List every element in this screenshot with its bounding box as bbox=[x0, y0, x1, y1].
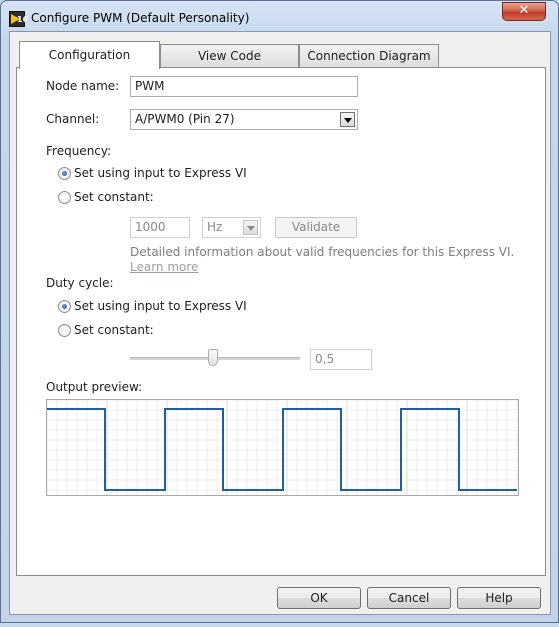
channel-label: Channel: bbox=[46, 112, 100, 126]
close-button[interactable]: ✕ bbox=[502, 2, 546, 21]
tab-configuration[interactable]: Configuration bbox=[19, 41, 160, 69]
channel-dropdown-button[interactable] bbox=[340, 112, 355, 127]
frequency-info-text: Detailed information about valid frequen… bbox=[130, 245, 515, 259]
node-name-label: Node name: bbox=[46, 79, 120, 93]
chevron-down-icon bbox=[247, 226, 255, 231]
chevron-down-icon bbox=[344, 118, 352, 123]
frequency-constant-option-label[interactable]: Set constant: bbox=[74, 190, 154, 204]
channel-select[interactable]: A/PWM0 (Pin 27) bbox=[130, 109, 358, 130]
cancel-button[interactable]: Cancel bbox=[367, 587, 451, 609]
output-preview-graph bbox=[46, 399, 518, 495]
duty-cycle-constant-option-label[interactable]: Set constant: bbox=[74, 323, 154, 337]
duty-cycle-constant-radio[interactable] bbox=[58, 324, 71, 337]
window-title: Configure PWM (Default Personality) bbox=[31, 11, 250, 25]
frequency-label: Frequency: bbox=[46, 144, 112, 158]
duty-cycle-label: Duty cycle: bbox=[46, 276, 114, 290]
labview-app-icon: 16 bbox=[9, 11, 28, 27]
frequency-unit-dropdown-button[interactable] bbox=[243, 220, 258, 235]
learn-more-link[interactable]: Learn more bbox=[130, 260, 198, 274]
ok-button[interactable]: OK bbox=[277, 587, 361, 609]
duty-cycle-input-option-label[interactable]: Set using input to Express VI bbox=[74, 299, 247, 313]
duty-cycle-slider-handle[interactable] bbox=[208, 349, 218, 366]
frequency-constant-radio[interactable] bbox=[58, 191, 71, 204]
frequency-value-field[interactable]: 1000 bbox=[130, 217, 190, 238]
close-icon: ✕ bbox=[518, 3, 530, 18]
output-preview-label: Output preview: bbox=[46, 380, 143, 394]
duty-cycle-value-field[interactable]: 0,5 bbox=[310, 349, 372, 370]
duty-cycle-input-radio[interactable] bbox=[58, 300, 71, 313]
frequency-input-radio[interactable] bbox=[58, 167, 71, 180]
tab-connection-diagram[interactable]: Connection Diagram bbox=[299, 44, 439, 68]
channel-value: A/PWM0 (Pin 27) bbox=[135, 112, 235, 126]
frequency-unit-select[interactable]: Hz bbox=[202, 217, 261, 238]
frequency-input-option-label[interactable]: Set using input to Express VI bbox=[74, 166, 247, 180]
help-button[interactable]: Help bbox=[457, 587, 541, 609]
tab-view-code[interactable]: View Code bbox=[160, 44, 299, 68]
node-name-field[interactable]: PWM bbox=[130, 76, 358, 97]
output-preview-plot bbox=[46, 399, 519, 496]
frequency-unit-value: Hz bbox=[207, 220, 223, 234]
validate-button[interactable]: Validate bbox=[275, 217, 357, 238]
